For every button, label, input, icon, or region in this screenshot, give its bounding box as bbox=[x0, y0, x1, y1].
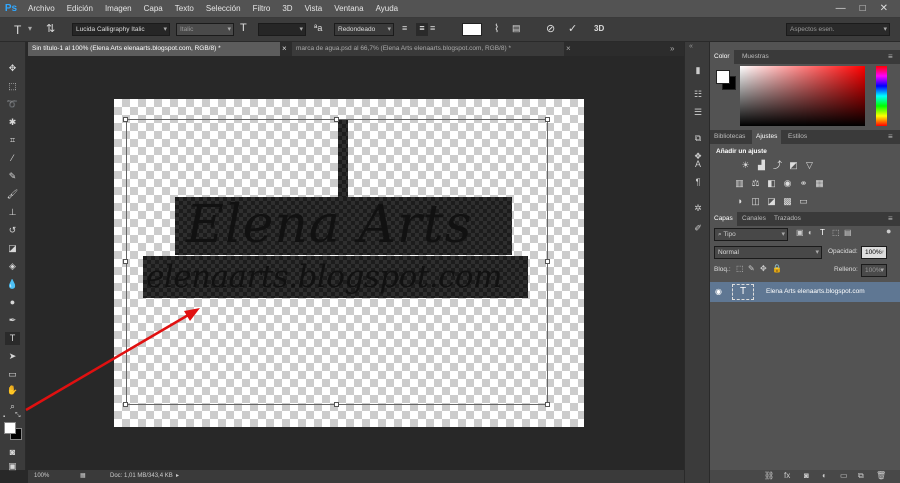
tab-ajustes[interactable]: Ajustes bbox=[752, 130, 782, 144]
arrow-shaft bbox=[25, 312, 191, 412]
filter-type-icon[interactable]: T bbox=[820, 228, 825, 237]
filter-smart-icon[interactable]: ▤ bbox=[844, 228, 852, 237]
character-panel-icon[interactable]: A bbox=[691, 158, 705, 170]
panel-icons-column: « ▮ ☷ ☰ ⧉ ❖ A ¶ ✲ ✐ bbox=[684, 42, 710, 483]
paragraph-panel-icon[interactable]: ¶ bbox=[691, 176, 705, 188]
filter-adjust-icon[interactable]: ◐ bbox=[808, 228, 813, 237]
levels-icon[interactable]: ▟ bbox=[756, 160, 767, 170]
tab-estilos[interactable]: Estilos bbox=[784, 130, 811, 144]
tab-muestras[interactable]: Muestras bbox=[738, 50, 773, 64]
delete-layer-icon[interactable]: 🗑 bbox=[876, 471, 886, 480]
lock-all-icon[interactable]: 🔒 bbox=[772, 264, 782, 273]
lock-label: Bloq.: bbox=[714, 266, 731, 273]
adjustments-panel-tabs: Bibliotecas Ajustes Estilos ≡ bbox=[710, 130, 900, 144]
expand-panels-icon[interactable]: « bbox=[689, 43, 693, 50]
zoom-level[interactable]: 100% bbox=[34, 470, 49, 483]
tab-color[interactable]: Color bbox=[710, 50, 734, 64]
layers-footer: ⛓ fx ◙ ◐ ▭ ⧉ 🗑 bbox=[710, 470, 900, 483]
blend-mode-select[interactable]: Normal bbox=[714, 246, 822, 259]
posterize-icon[interactable]: ◫ bbox=[750, 196, 761, 206]
layers-panel-tabs: Capas Canales Trazados ≡ bbox=[710, 212, 900, 226]
link-layers-icon[interactable]: ⛓ bbox=[764, 471, 774, 480]
brightness-icon[interactable]: ☀ bbox=[740, 160, 751, 170]
fill-label: Relleno: bbox=[834, 266, 858, 273]
tool-presets-icon[interactable]: ✲ bbox=[691, 202, 705, 214]
history-panel-icon[interactable]: ▮ bbox=[691, 64, 705, 76]
layer-filter-value: Tipo bbox=[723, 231, 736, 238]
tab-capas[interactable]: Capas bbox=[710, 212, 737, 226]
arrow-head bbox=[184, 308, 200, 321]
black-white-icon[interactable]: ◧ bbox=[766, 178, 777, 188]
layer-filter-select[interactable]: ⌕ Tipo bbox=[714, 228, 788, 241]
panel-menu-icon[interactable]: ≡ bbox=[888, 132, 893, 141]
filter-toggle-icon[interactable]: ● bbox=[886, 226, 891, 236]
document-size: Doc: 1,01 MB/343,4 KB bbox=[110, 473, 173, 479]
selective-color-icon[interactable]: ▩ bbox=[782, 196, 793, 206]
tab-trazados[interactable]: Trazados bbox=[770, 212, 805, 226]
layer-row[interactable]: ◉ T Elena Arts elenaarts.blogspot.com bbox=[710, 282, 900, 302]
channel-mixer-icon[interactable]: ⚭ bbox=[798, 178, 809, 188]
text-layer-thumbnail-icon: T bbox=[732, 284, 754, 300]
hue-slider[interactable] bbox=[876, 66, 887, 126]
layer-style-icon[interactable]: fx bbox=[784, 471, 790, 480]
exposure-icon[interactable]: ◩ bbox=[788, 160, 799, 170]
panel-menu-icon[interactable]: ≡ bbox=[888, 214, 893, 223]
color-picker-field[interactable] bbox=[740, 66, 865, 126]
opacity-field[interactable]: 100% bbox=[861, 246, 887, 259]
color-panel-tabs: Color Muestras ≡ bbox=[710, 50, 900, 64]
brush-panel-icon[interactable]: ✐ bbox=[691, 222, 705, 234]
vibrance-icon[interactable]: ▽ bbox=[804, 160, 815, 170]
lock-pixels-icon[interactable]: ⬚ bbox=[736, 264, 744, 273]
curves-icon[interactable]: ⤴ bbox=[772, 160, 783, 170]
filter-shape-icon[interactable]: ⬚ bbox=[832, 228, 840, 237]
hue-saturation-icon[interactable]: ▥ bbox=[734, 178, 745, 188]
lock-image-icon[interactable]: ✎ bbox=[748, 264, 755, 273]
threshold-icon[interactable]: ◪ bbox=[766, 196, 777, 206]
add-mask-icon[interactable]: ◙ bbox=[804, 471, 809, 480]
status-info-icon[interactable]: ▦ bbox=[80, 470, 86, 483]
visibility-eye-icon[interactable]: ◉ bbox=[715, 287, 722, 296]
color-lookup-icon[interactable]: ▦ bbox=[814, 178, 825, 188]
invert-icon[interactable]: ◑ bbox=[734, 196, 745, 206]
tab-bibliotecas[interactable]: Bibliotecas bbox=[710, 130, 749, 144]
new-group-icon[interactable]: ▭ bbox=[840, 471, 848, 480]
opacity-label: Opacidad: bbox=[828, 248, 858, 255]
right-panels: Color Muestras ≡ Bibliotecas Ajustes Est… bbox=[710, 42, 900, 483]
brush-presets-icon[interactable]: ⧉ bbox=[691, 132, 705, 144]
properties-panel-icon[interactable]: ☰ bbox=[691, 106, 705, 118]
layer-name[interactable]: Elena Arts elenaarts.blogspot.com bbox=[766, 288, 865, 295]
new-adjustment-icon[interactable]: ◐ bbox=[822, 471, 827, 480]
actions-panel-icon[interactable]: ☷ bbox=[691, 88, 705, 100]
new-layer-icon[interactable]: ⧉ bbox=[858, 471, 864, 481]
filter-pixel-icon[interactable]: ▣ bbox=[796, 228, 804, 237]
lock-position-icon[interactable]: ✥ bbox=[760, 264, 767, 273]
gradient-map-icon[interactable]: ▭ bbox=[798, 196, 809, 206]
foreground-color-swatch[interactable] bbox=[716, 70, 730, 84]
panel-menu-icon[interactable]: ≡ bbox=[888, 52, 893, 61]
status-menu-icon[interactable]: ▸ bbox=[176, 470, 179, 483]
tab-canales[interactable]: Canales bbox=[738, 212, 770, 226]
adjustments-heading: Añadir un ajuste bbox=[716, 148, 767, 155]
color-balance-icon[interactable]: ⚖ bbox=[750, 178, 761, 188]
photo-filter-icon[interactable]: ◉ bbox=[782, 178, 793, 188]
status-bar: 100% ▦ Doc: 1,01 MB/343,4 KB ▸ bbox=[28, 470, 708, 483]
fill-field[interactable]: 100% bbox=[861, 264, 887, 277]
